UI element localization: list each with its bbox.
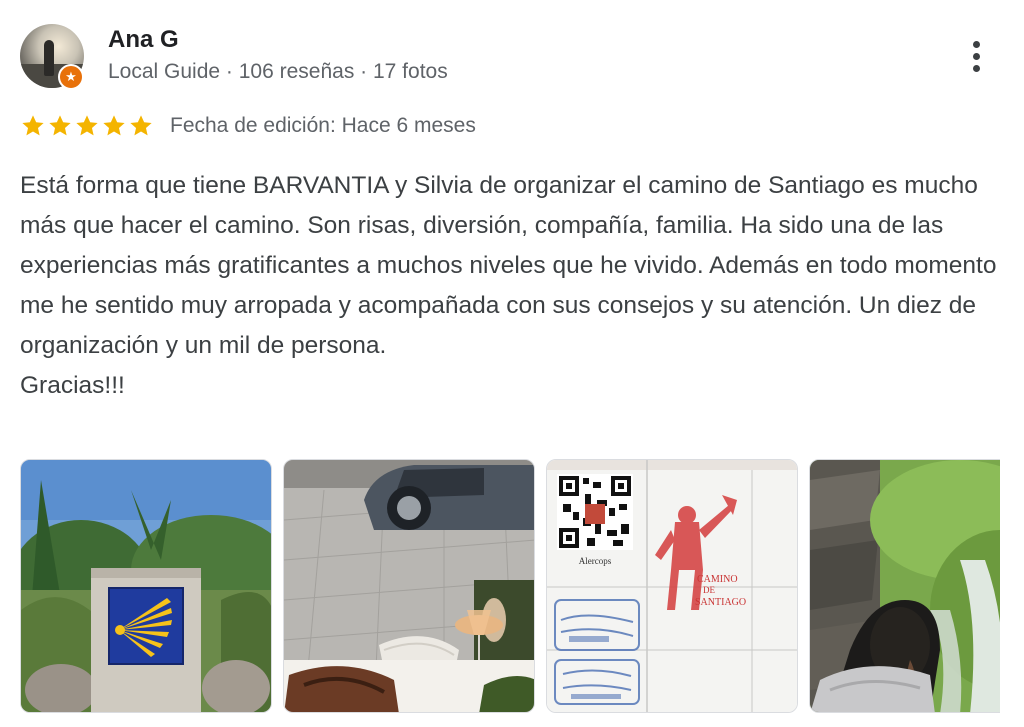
review-date: Fecha de edición: Hace 6 meses [170,114,476,137]
star-icon [128,113,154,139]
star-icon [101,113,127,139]
reviewer-name[interactable]: Ana G [108,26,179,54]
more-options-button[interactable] [960,36,992,76]
star-icon [20,113,46,139]
stamp-camino-line3: SANTIAGO [695,597,746,608]
local-guide-star-icon: ★ [58,64,84,90]
review-photo-terrace-meal[interactable] [283,459,535,713]
more-vert-icon [972,40,980,48]
reviewer-avatar[interactable]: ★ [20,24,84,90]
rating-row: Fecha de edición: Hace 6 meses [20,112,476,140]
review-photo-waterfall[interactable] [809,459,1000,713]
review-photos: Alercops CAMINO DE SANTIAGO [20,459,1000,713]
review-photo-camino-marker[interactable] [20,459,272,713]
review-text: Está forma que tiene BARVANTIA y Silvia … [20,172,997,399]
reviewer-meta: Local Guide · 106 reseñas · 17 fotos [108,60,448,83]
star-rating [20,113,154,139]
star-icon [74,113,100,139]
qr-caption: Alercops [579,556,612,566]
star-icon [47,113,73,139]
review-photo-credential-stamps[interactable]: Alercops CAMINO DE SANTIAGO [546,459,798,713]
stamp-camino-line1: CAMINO [697,574,738,585]
stamp-camino-line2: DE [703,585,715,595]
